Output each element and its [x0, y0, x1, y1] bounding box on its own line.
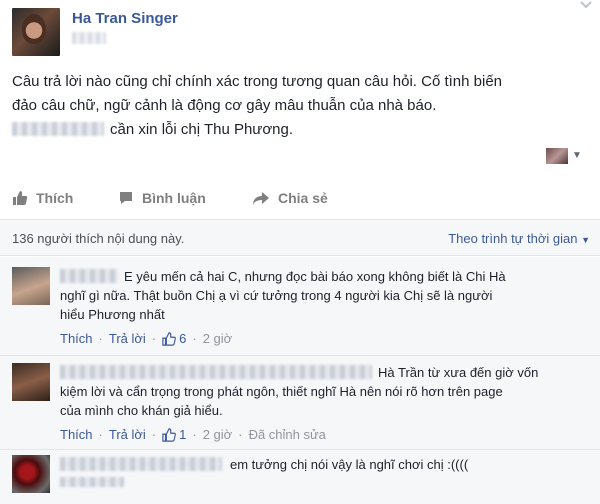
comment-line: nghĩ gì nữa. Thật buồn Chị ạ vì cứ tưởng… [60, 288, 493, 303]
author-avatar[interactable] [12, 8, 60, 56]
post-header: Ha Tran Singer [0, 0, 600, 62]
share-label: Chia sẻ [278, 190, 328, 206]
commenter-name-blurred [60, 269, 118, 283]
comment-like-link[interactable]: Thích [60, 331, 93, 346]
comment-line: em tưởng chị nói vậy là nghĩ chơi chị :(… [230, 457, 469, 472]
sort-label: Theo trình tự thời gian [448, 231, 578, 246]
comment-line: hiểu Phương nhất [60, 307, 165, 322]
comment-like-link[interactable]: Thích [60, 427, 93, 442]
comment-like-count[interactable]: 1 [179, 427, 186, 442]
comment-sort-dropdown[interactable]: Theo trình tự thời gian ▼ [448, 231, 590, 246]
like-button[interactable]: Thích [12, 186, 73, 210]
like-label: Thích [36, 190, 74, 206]
share-arrow-icon [253, 192, 269, 205]
divider [0, 355, 600, 356]
comment-line: E yêu mến cả hai C, nhưng đọc bài báo xo… [124, 269, 506, 284]
post-body: Câu trả lời nào cũng chỉ chính xác trong… [12, 70, 592, 142]
comment-line: Hà Trần từ xưa đến giờ vốn [378, 365, 539, 380]
share-button[interactable]: Chia sẻ [252, 186, 328, 210]
post-line: cần xin lỗi chị Thu Phương. [12, 118, 592, 142]
comments-list: E yêu mến cả hai C, nhưng đọc bài báo xo… [0, 257, 600, 504]
post-line: đảo câu chữ, ngữ cảnh là động cơ gây mâu… [12, 97, 437, 114]
comment-actions: Thích · Trả lời · 6 · 2 giờ [60, 331, 233, 346]
comment-reply-link[interactable]: Trả lời [109, 331, 146, 346]
comment-actions: Thích · Trả lời · 1 · 2 giờ · Đã chỉnh s… [60, 427, 326, 442]
post-action-bar: Thích Bình luận Chia sẻ [0, 186, 600, 210]
post-options-chevron-icon[interactable] [578, 0, 594, 12]
commenter-avatar[interactable] [12, 267, 50, 305]
thumbs-up-icon [13, 191, 28, 205]
like-count-icon [162, 427, 177, 442]
divider [0, 449, 600, 450]
comment-reply-link[interactable]: Trả lời [109, 427, 146, 442]
comment-edited-label[interactable]: Đã chỉnh sửa [249, 427, 326, 442]
comment-like-count[interactable]: 6 [179, 331, 186, 346]
post-timestamp-blurred [72, 32, 106, 44]
comment-time[interactable]: 2 giờ [203, 331, 233, 346]
commenter-avatar[interactable] [12, 455, 50, 493]
chevron-down-icon: ▼ [581, 235, 590, 245]
audience-selector-avatar[interactable] [546, 148, 568, 164]
post-line: Câu trả lời nào cũng chỉ chính xác trong… [12, 73, 503, 90]
comment-actions-blurred [60, 477, 124, 487]
post-line-text: cần xin lỗi chị Thu Phương. [110, 121, 294, 138]
comment-label: Bình luận [142, 190, 206, 206]
like-count-icon [162, 331, 177, 346]
likes-summary: 136 người thích nội dung này. Theo trình… [0, 220, 600, 256]
commenter-name-blurred [60, 365, 372, 379]
commenter-name-blurred [60, 457, 222, 471]
comment-time[interactable]: 2 giờ [203, 427, 233, 442]
comment-line: của mình cho khán giả hiểu. [60, 403, 223, 418]
author-name[interactable]: Ha Tran Singer [72, 10, 178, 27]
blurred-name [12, 122, 104, 136]
likes-count[interactable]: 136 người thích nội dung này. [12, 231, 184, 246]
comment-button[interactable]: Bình luận [118, 186, 206, 210]
audience-chevron-down-icon[interactable]: ▼ [572, 150, 582, 161]
comment-line: kiệm lời và cẩn trọng trong phát ngôn, t… [60, 384, 503, 399]
commenter-avatar[interactable] [12, 363, 50, 401]
comment-icon [120, 192, 132, 204]
